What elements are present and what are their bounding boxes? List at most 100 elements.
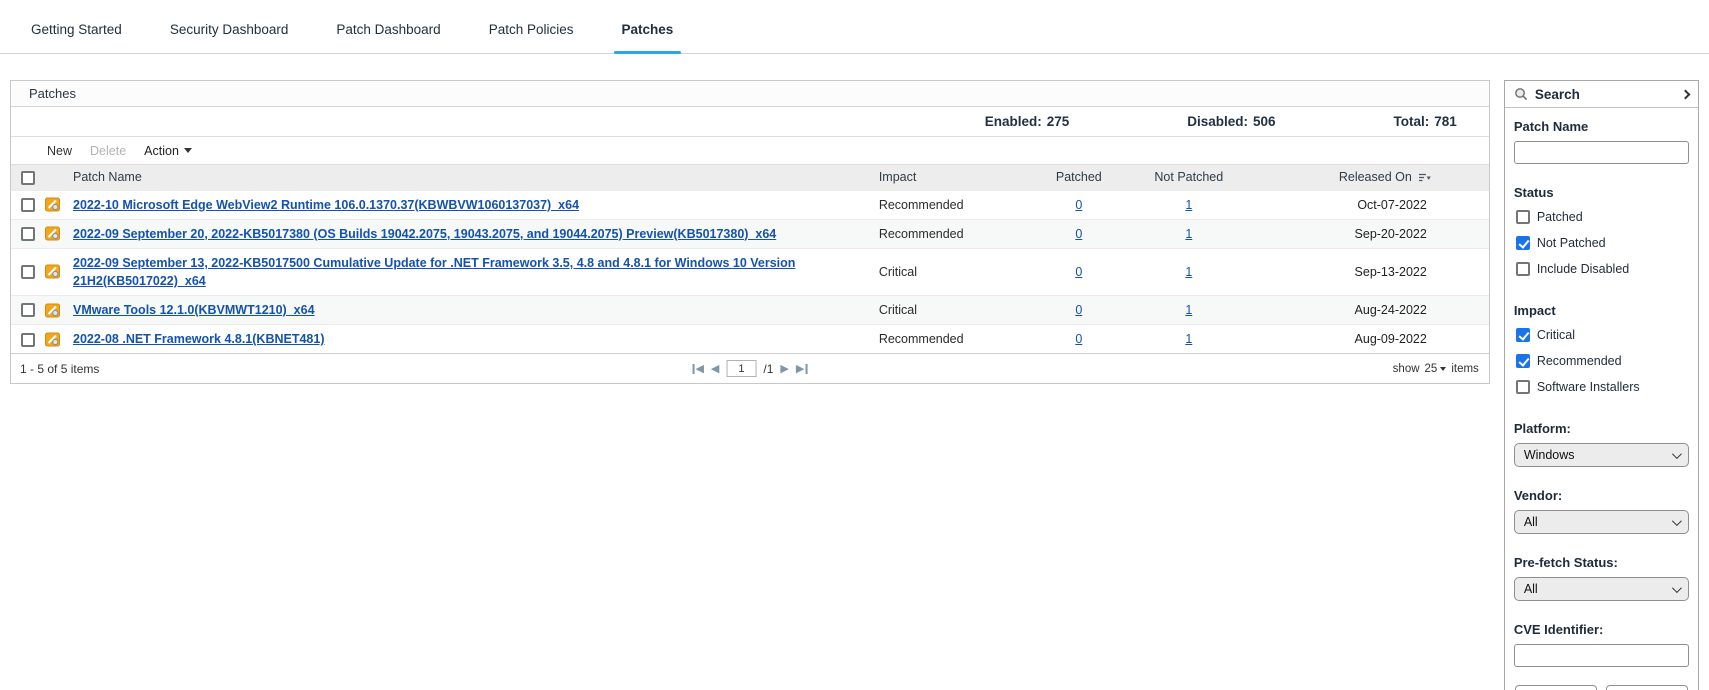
total-value: 781 bbox=[1434, 114, 1457, 129]
enabled-stat: Enabled: 275 bbox=[985, 114, 1070, 129]
not-patched-count-link[interactable]: 1 bbox=[1185, 198, 1192, 212]
search-button[interactable]: Search bbox=[1515, 685, 1597, 690]
prefetch-status-select[interactable]: All bbox=[1514, 577, 1689, 601]
col-patch-name[interactable]: Patch Name bbox=[73, 165, 879, 190]
icon-column-header bbox=[45, 165, 73, 190]
checkbox[interactable] bbox=[1516, 380, 1530, 394]
last-page-button[interactable]: ▶ bbox=[796, 362, 807, 375]
stats-row: Enabled: 275 Disabled: 506 Total: 781 bbox=[11, 107, 1489, 137]
select-all-checkbox[interactable] bbox=[21, 171, 35, 185]
checkbox[interactable] bbox=[1516, 262, 1530, 276]
action-label: Action bbox=[144, 144, 179, 158]
impact-option-critical[interactable]: Critical bbox=[1516, 328, 1689, 342]
row-checkbox[interactable] bbox=[21, 227, 35, 241]
action-dropdown[interactable]: Action bbox=[144, 144, 192, 158]
checkbox-label: Include Disabled bbox=[1537, 262, 1629, 276]
status-option-not-patched[interactable]: Not Patched bbox=[1516, 236, 1689, 250]
page-size-dropdown[interactable]: 25 bbox=[1425, 363, 1447, 375]
patch-name-link[interactable]: VMware Tools 12.1.0(KBVMWT1210)_x64 bbox=[73, 303, 315, 317]
row-checkbox[interactable] bbox=[21, 333, 35, 347]
row-checkbox[interactable] bbox=[21, 198, 35, 212]
impact-heading: Impact bbox=[1514, 303, 1689, 318]
checkbox[interactable] bbox=[1516, 210, 1530, 224]
patch-name-link[interactable]: 2022-10 Microsoft Edge WebView2 Runtime … bbox=[73, 198, 579, 212]
total-label: Total: bbox=[1394, 114, 1430, 129]
not-patched-count-link[interactable]: 1 bbox=[1185, 227, 1192, 241]
patch-name-link[interactable]: 2022-08 .NET Framework 4.8.1(KBNET481) bbox=[73, 332, 325, 346]
impact-cell: Recommended bbox=[879, 198, 964, 212]
pagination-summary: 1 - 5 of 5 items bbox=[11, 362, 99, 376]
vendor-select[interactable]: All bbox=[1514, 510, 1689, 534]
not-patched-count-link[interactable]: 1 bbox=[1185, 265, 1192, 279]
caret-down-icon bbox=[1440, 367, 1446, 371]
checkbox-label: Software Installers bbox=[1537, 380, 1640, 394]
status-heading: Status bbox=[1514, 185, 1689, 200]
tab-patch-dashboard[interactable]: Patch Dashboard bbox=[332, 22, 444, 53]
reset-button[interactable]: Reset bbox=[1606, 685, 1688, 690]
enabled-label: Enabled: bbox=[985, 114, 1042, 129]
col-patched[interactable]: Patched bbox=[1029, 165, 1129, 190]
disabled-label: Disabled: bbox=[1187, 114, 1248, 129]
new-button[interactable]: New bbox=[47, 144, 72, 158]
chevron-right-icon[interactable] bbox=[1681, 89, 1691, 99]
caret-down-icon bbox=[184, 148, 192, 153]
impact-option-recommended[interactable]: Recommended bbox=[1516, 354, 1689, 368]
status-option-patched[interactable]: Patched bbox=[1516, 210, 1689, 224]
table-row: 2022-10 Microsoft Edge WebView2 Runtime … bbox=[11, 190, 1489, 219]
vendor-label: Vendor: bbox=[1514, 488, 1689, 503]
row-checkbox[interactable] bbox=[21, 265, 35, 279]
delete-button[interactable]: Delete bbox=[90, 144, 126, 158]
patch-icon bbox=[45, 226, 60, 241]
not-patched-count-link[interactable]: 1 bbox=[1185, 303, 1192, 317]
patch-name-link[interactable]: 2022-09 September 20, 2022-KB5017380 (OS… bbox=[73, 227, 776, 241]
released-on-cell: Aug-24-2022 bbox=[1355, 303, 1427, 317]
patch-name-label: Patch Name bbox=[1514, 119, 1689, 134]
page-size-value: 25 bbox=[1425, 363, 1438, 375]
table-row: 2022-08 .NET Framework 4.8.1(KBNET481) R… bbox=[11, 325, 1489, 354]
checkbox[interactable] bbox=[1516, 328, 1530, 342]
patch-icon bbox=[45, 332, 60, 347]
sort-icon[interactable] bbox=[1418, 172, 1431, 183]
patch-icon bbox=[45, 197, 60, 212]
checkbox[interactable] bbox=[1516, 354, 1530, 368]
status-option-include-disabled[interactable]: Include Disabled bbox=[1516, 262, 1689, 276]
disabled-stat: Disabled: 506 bbox=[1187, 114, 1275, 129]
checkbox-label: Critical bbox=[1537, 328, 1575, 342]
patch-name-input[interactable] bbox=[1514, 141, 1689, 164]
page-number-input[interactable] bbox=[726, 360, 756, 377]
released-on-cell: Aug-09-2022 bbox=[1355, 332, 1427, 346]
tab-getting-started[interactable]: Getting Started bbox=[27, 22, 126, 53]
released-on-cell: Oct-07-2022 bbox=[1357, 198, 1426, 212]
tab-security-dashboard[interactable]: Security Dashboard bbox=[166, 22, 293, 53]
search-sidebar: Search Patch Name Status Patched Not Pat… bbox=[1504, 80, 1699, 690]
cve-identifier-input[interactable] bbox=[1514, 644, 1689, 667]
prev-page-button[interactable]: ◀ bbox=[711, 362, 719, 375]
impact-option-software-installers[interactable]: Software Installers bbox=[1516, 380, 1689, 394]
col-released-on[interactable]: Released On bbox=[1249, 165, 1489, 190]
impact-cell: Recommended bbox=[879, 332, 964, 346]
patched-count-link[interactable]: 0 bbox=[1075, 227, 1082, 241]
platform-select[interactable]: Windows bbox=[1514, 443, 1689, 467]
impact-cell: Critical bbox=[879, 265, 917, 279]
checkbox-label: Recommended bbox=[1537, 354, 1622, 368]
not-patched-count-link[interactable]: 1 bbox=[1185, 332, 1192, 346]
checkbox[interactable] bbox=[1516, 236, 1530, 250]
patched-count-link[interactable]: 0 bbox=[1075, 303, 1082, 317]
pagination-bar: 1 - 5 of 5 items ◀ ◀ /1 ▶ ▶ show 25 item… bbox=[11, 353, 1489, 383]
patched-count-link[interactable]: 0 bbox=[1075, 332, 1082, 346]
chevron-down-icon bbox=[1672, 583, 1682, 593]
patch-name-link[interactable]: 2022-09 September 13, 2022-KB5017500 Cum… bbox=[73, 256, 795, 288]
next-page-button[interactable]: ▶ bbox=[780, 362, 788, 375]
first-page-button[interactable]: ◀ bbox=[692, 362, 703, 375]
col-not-patched[interactable]: Not Patched bbox=[1129, 165, 1249, 190]
tab-patch-policies[interactable]: Patch Policies bbox=[485, 22, 578, 53]
row-checkbox[interactable] bbox=[21, 303, 35, 317]
items-label: items bbox=[1451, 363, 1478, 375]
table-row: 2022-09 September 13, 2022-KB5017500 Cum… bbox=[11, 248, 1489, 295]
patched-count-link[interactable]: 0 bbox=[1075, 198, 1082, 212]
patched-count-link[interactable]: 0 bbox=[1075, 265, 1082, 279]
impact-cell: Critical bbox=[879, 303, 917, 317]
col-impact[interactable]: Impact bbox=[879, 165, 1029, 190]
table-row: VMware Tools 12.1.0(KBVMWT1210)_x64 Crit… bbox=[11, 296, 1489, 325]
tab-patches[interactable]: Patches bbox=[618, 22, 678, 53]
